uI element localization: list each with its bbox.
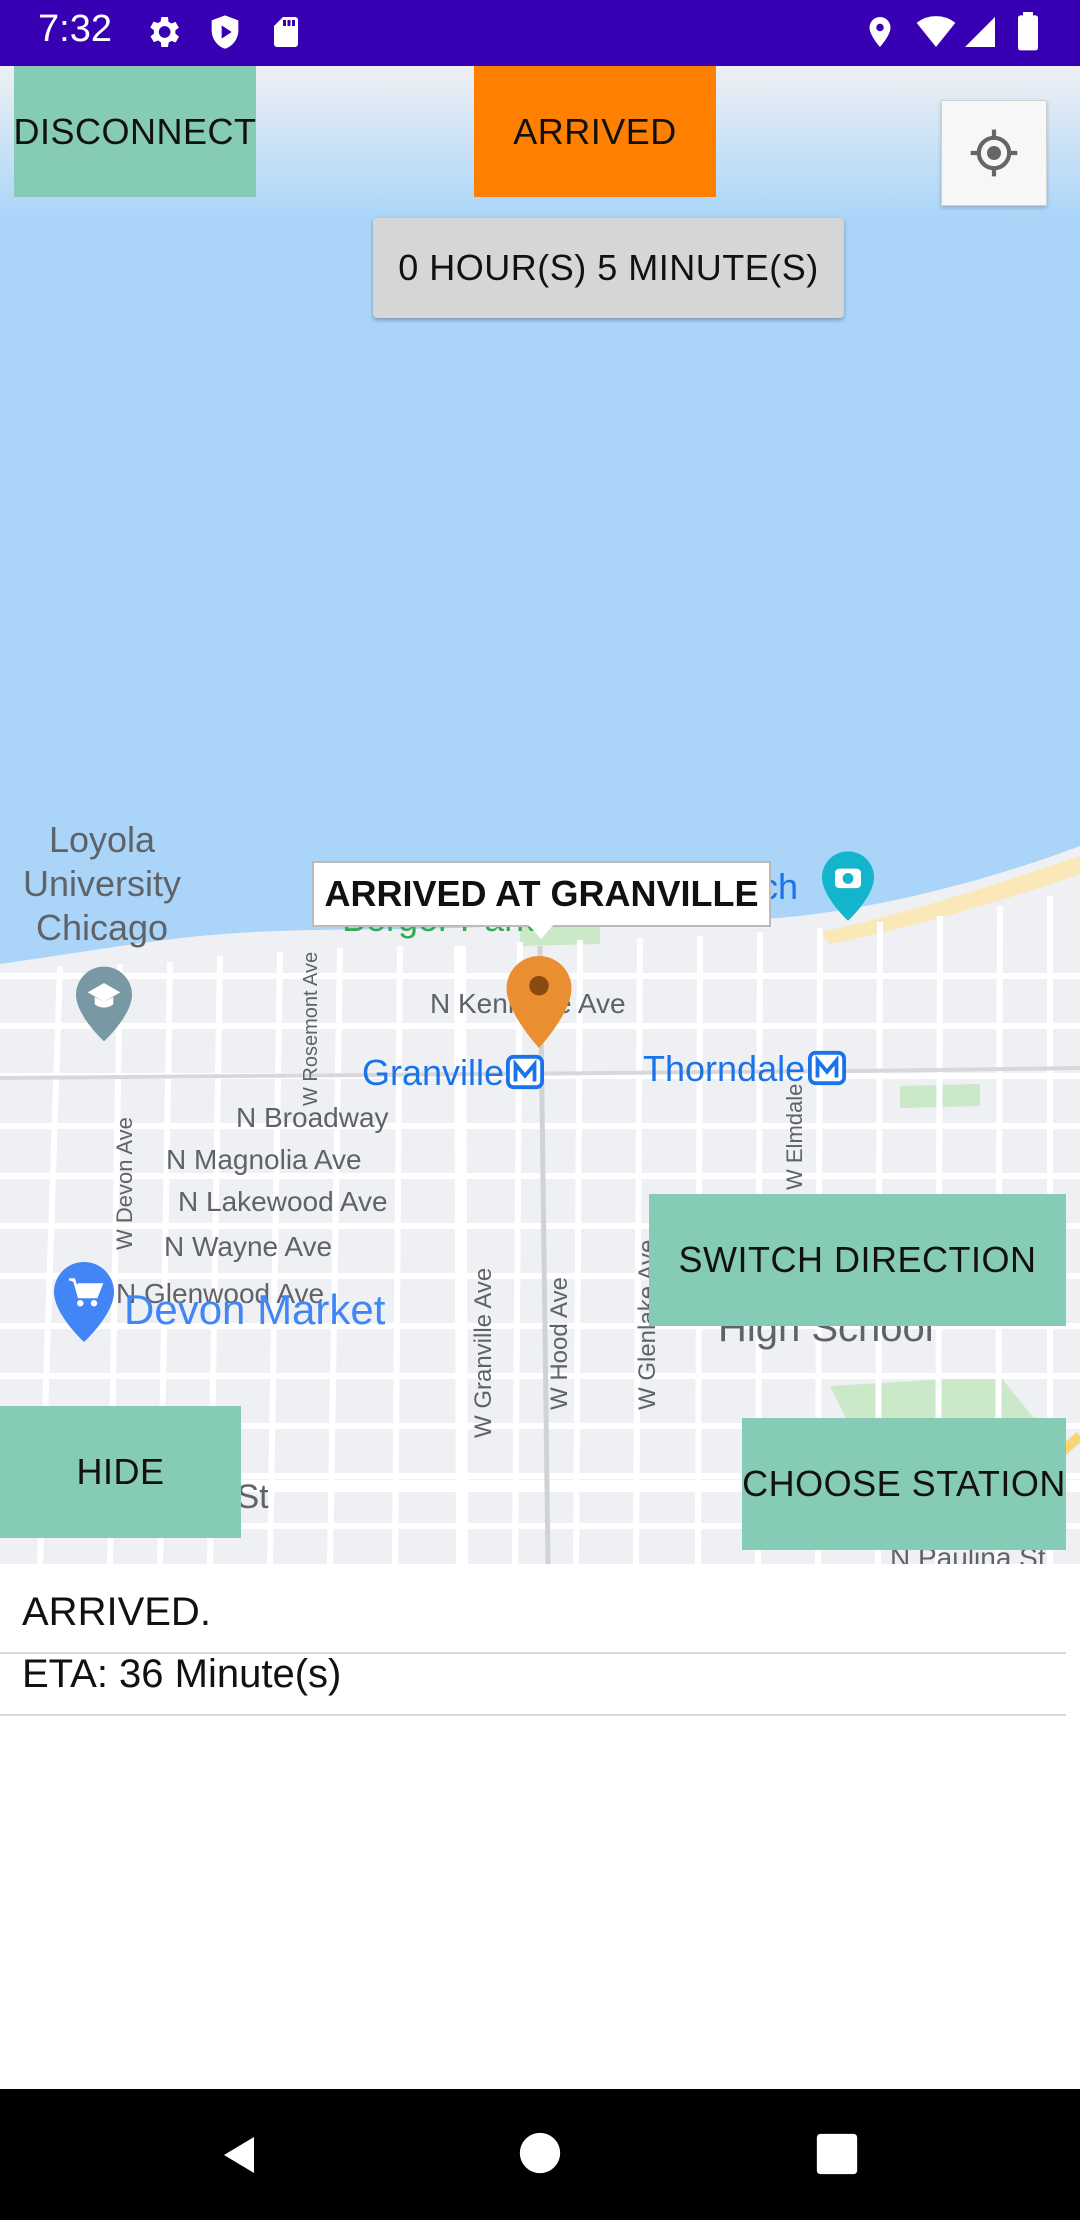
divider [0,1714,1066,1716]
sd-card-icon [274,17,298,47]
station-marker-icon[interactable] [506,956,572,1048]
disconnect-button[interactable]: DISCONNECT [14,66,256,197]
marker-callout[interactable]: ARRIVED AT GRANVILLE [312,861,771,927]
recents-icon[interactable] [815,2132,859,2176]
status-time: 7:32 [38,8,112,50]
crosshair-icon [970,129,1018,177]
map-label-w-hood: W Hood Ave [546,1277,573,1410]
battery-icon [1018,12,1038,51]
timer-button[interactable]: 0 HOUR(S) 5 MINUTE(S) [373,218,844,318]
location-icon [869,17,891,47]
map-label-n-wayne: N Wayne Ave [164,1231,333,1262]
eta-text: ETA: 36 Minute(s) [22,1652,342,1696]
map-label-granville: Granville [362,1052,505,1093]
arrived-button[interactable]: ARRIVED [474,66,716,197]
map-label-n-broadway: N Broadway [236,1102,389,1133]
map-label-w-elmdale: W Elmdale [782,1083,807,1190]
switch-direction-button[interactable]: SWITCH DIRECTION [649,1194,1066,1326]
info-panel: ARRIVED. ETA: 36 Minute(s) [0,1564,1080,2089]
navigation-bar [0,2089,1080,2220]
map-label-w-granville: W Granville Ave [470,1267,497,1438]
my-location-button[interactable] [941,100,1047,206]
map-label-w-rosemont: W Rosemont Ave [300,951,322,1106]
metro-icon [808,1050,846,1086]
choose-station-button[interactable]: CHOOSE STATION [742,1418,1066,1550]
gear-icon [150,17,179,47]
camera-pin-icon[interactable] [822,850,874,922]
map-label-thorndale: Thorndale [643,1048,806,1089]
shopping-cart-pin-icon[interactable] [54,1262,114,1342]
hide-button[interactable]: HIDE [0,1406,241,1538]
shield-play-icon [211,15,239,49]
map-label-loyola: Loyola University Chicago [22,819,182,948]
map-label-w-devon: W Devon Ave [112,1117,137,1250]
home-icon[interactable] [518,2131,562,2175]
map-label-n-magnolia: N Magnolia Ave [166,1144,362,1175]
status-bar: 7:32 [0,0,1080,66]
status-text: ARRIVED. [22,1590,211,1634]
wifi-icon [916,16,956,47]
cellular-icon [965,17,995,47]
metro-icon [506,1054,544,1090]
map-view[interactable]: Loyola University Chicago ach Berger Par… [0,66,1080,1564]
map-label-n-lakewood: N Lakewood Ave [178,1186,388,1217]
university-pin-icon[interactable] [76,966,132,1042]
callout-pointer [527,923,555,939]
map-label-devon-market: Devon Market [124,1286,386,1333]
back-icon[interactable] [216,2131,264,2179]
